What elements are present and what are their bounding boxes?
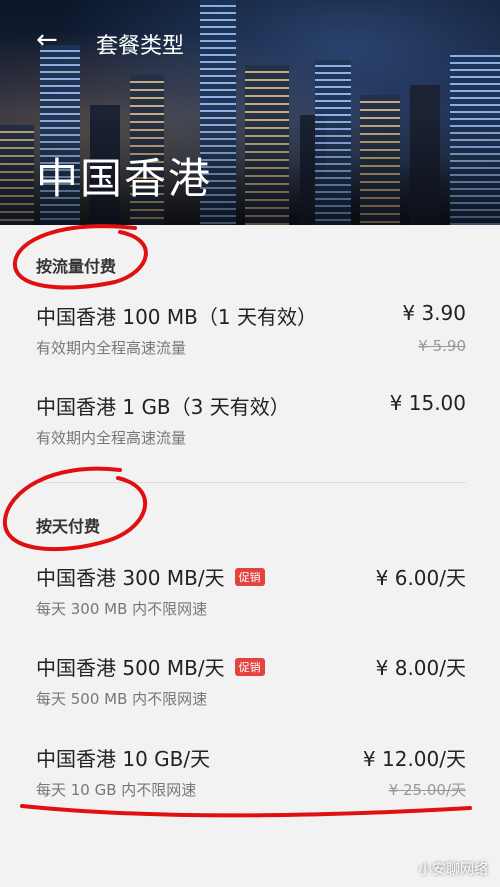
plan-item[interactable]: 中国香港 10 GB/天 ¥ 12.00/天 每天 10 GB 内不限网速 ¥ … <box>0 743 500 803</box>
plan-price: ¥ 8.00/天 <box>375 656 466 680</box>
watermark: 小安聊网络 <box>418 862 488 878</box>
plan-original-price: ¥ 5.90 <box>418 337 466 355</box>
plan-price: ¥ 6.00/天 <box>375 566 466 590</box>
plan-name-text: 中国香港 500 MB/天 <box>36 656 225 680</box>
plan-price: ¥ 15.00 <box>389 391 466 415</box>
plan-name: 中国香港 100 MB（1 天有效） <box>36 305 317 329</box>
promo-badge: 促销 <box>234 658 265 676</box>
plan-item[interactable]: 中国香港 300 MB/天 促销 ¥ 6.00/天 每天 300 MB 内不限网速 <box>0 562 500 622</box>
page-title: 套餐类型 <box>96 34 185 59</box>
plan-description: 有效期内全程高速流量 <box>36 339 187 357</box>
plan-name: 中国香港 1 GB（3 天有效） <box>36 395 290 419</box>
region-title: 中国香港 <box>36 154 213 203</box>
top-bar: ← 套餐类型 <box>0 22 500 62</box>
promo-badge: 促销 <box>234 568 265 586</box>
plan-name: 中国香港 10 GB/天 <box>36 747 211 771</box>
plan-list: 按流量付费 中国香港 100 MB（1 天有效） ¥ 3.90 有效期内全程高速… <box>0 225 500 887</box>
plan-description: 有效期内全程高速流量 <box>36 429 187 447</box>
plan-price: ¥ 12.00/天 <box>362 747 466 771</box>
plan-name: 中国香港 500 MB/天 促销 <box>36 652 265 681</box>
plan-item[interactable]: 中国香港 100 MB（1 天有效） ¥ 3.90 有效期内全程高速流量 ¥ 5… <box>0 301 500 361</box>
plan-original-price: ¥ 25.00/天 <box>388 781 466 799</box>
section-title-daily: 按天付费 <box>36 517 101 536</box>
plan-name: 中国香港 300 MB/天 促销 <box>36 562 265 591</box>
plan-description: 每天 500 MB 内不限网速 <box>36 690 208 708</box>
section-divider <box>36 482 466 483</box>
plan-item[interactable]: 中国香港 1 GB（3 天有效） ¥ 15.00 有效期内全程高速流量 <box>0 391 500 451</box>
section-title-traffic: 按流量付费 <box>36 257 117 276</box>
plan-name-text: 中国香港 300 MB/天 <box>36 566 225 590</box>
plan-price: ¥ 3.90 <box>402 301 466 325</box>
back-arrow-icon[interactable]: ← <box>36 24 58 56</box>
plan-description: 每天 10 GB 内不限网速 <box>36 781 197 799</box>
hero-banner: ← 套餐类型 中国香港 <box>0 0 500 225</box>
plan-item[interactable]: 中国香港 500 MB/天 促销 ¥ 8.00/天 每天 500 MB 内不限网速 <box>0 652 500 712</box>
plan-description: 每天 300 MB 内不限网速 <box>36 600 208 618</box>
